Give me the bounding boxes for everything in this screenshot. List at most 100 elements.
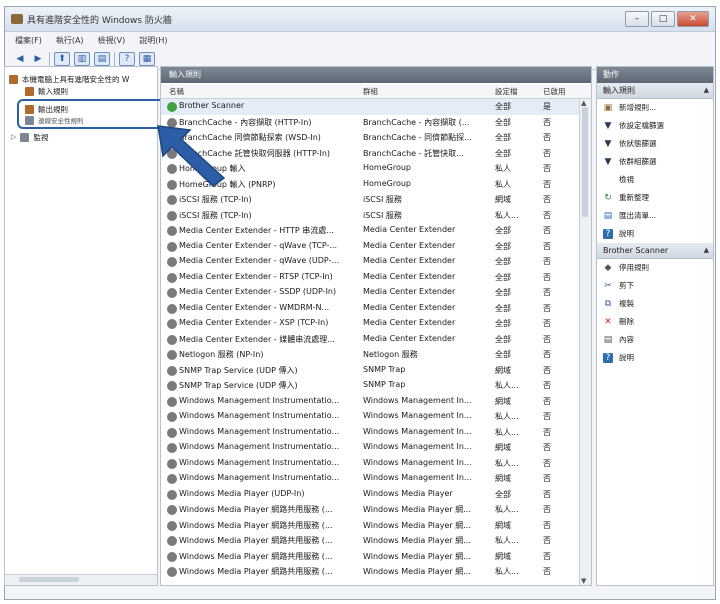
minimize-button[interactable]: – [625, 11, 649, 27]
action-item[interactable]: ? 說明 [597, 225, 713, 243]
show-hide-tree-icon[interactable]: ▥ [74, 52, 90, 66]
table-row[interactable]: Media Center Extender - qWave (UDP-... Me… [161, 254, 579, 270]
table-row[interactable]: Brother Scanner 全部 是 [161, 99, 579, 115]
table-row[interactable]: SNMP Trap Service (UDP 傳入) SNMP Trap 私人...… [161, 378, 579, 394]
table-row[interactable]: Media Center Extender - WMDRM-N... Media … [161, 301, 579, 317]
cell-name: SNMP Trap Service (UDP 傳入) [179, 365, 298, 375]
cell-name: Media Center Extender - XSP (TCP-In) [179, 318, 329, 327]
action-item[interactable]: ⧉ 複製 [597, 295, 713, 313]
table-row[interactable]: Windows Management Instrumentatio... Wind… [161, 456, 579, 472]
table-row[interactable]: Media Center Extender - XSP (TCP-In) Medi… [161, 316, 579, 332]
actions-group-inbound[interactable]: 輸入規則 ▲ [597, 83, 713, 99]
scrollbar-thumb[interactable] [19, 577, 79, 582]
close-button[interactable]: ✕ [677, 11, 709, 27]
maximize-button[interactable]: □ [651, 11, 675, 27]
cell-name: Media Center Extender - qWave (UDP-... [179, 256, 340, 265]
cell-profile: 私人... [495, 427, 519, 437]
table-row[interactable]: iSCSI 服務 (TCP-In) iSCSI 服務 私人... 否 [161, 208, 579, 224]
table-row[interactable]: Netlogon 服務 (NP-In) Netlogon 服務 全部 否 [161, 347, 579, 363]
cell-enabled: 否 [543, 520, 551, 530]
rules-panel: 輸入規則 名稱 群組 設定檔 已啟用 Brother Scanner 全部 是 Bra… [160, 66, 592, 586]
table-row[interactable]: BranchCache 同儕節點探索 (WSD-In) BranchCache -… [161, 130, 579, 146]
table-row[interactable]: Media Center Extender - 媒體串流處理... Media C… [161, 332, 579, 348]
table-row[interactable]: iSCSI 服務 (TCP-In) iSCSI 服務 網域 否 [161, 192, 579, 208]
rule-enabled-icon [167, 102, 177, 112]
table-row[interactable]: BranchCache - 內容擷取 (HTTP-In) BranchCache … [161, 115, 579, 131]
cell-group: Windows Media Player 網... [363, 567, 471, 576]
table-row[interactable]: Windows Management Instrumentatio... Wind… [161, 409, 579, 425]
scroll-down-icon[interactable]: ▼ [581, 577, 586, 585]
cell-name: Windows Management Instrumentatio... [179, 395, 340, 405]
back-arrow-icon[interactable]: ◀ [13, 53, 27, 65]
table-row[interactable]: Windows Management Instrumentatio... Wind… [161, 425, 579, 441]
table-row[interactable]: Windows Media Player 網路共用服務 (... Windows … [161, 502, 579, 518]
action-item[interactable]: 檢視 [597, 171, 713, 189]
table-row[interactable]: HomeGroup 輸入 HomeGroup 私人 否 [161, 161, 579, 177]
action-label: 刪除 [619, 317, 634, 326]
cell-enabled: 否 [543, 489, 551, 499]
action-item[interactable]: ▼ 依群組篩選 [597, 153, 713, 171]
export-list-icon[interactable]: ▤ [94, 52, 110, 66]
action-item[interactable]: ▤ 匯出清單... [597, 207, 713, 225]
rules-vertical-scrollbar[interactable]: ▲ ▼ [579, 99, 591, 585]
cell-profile: 全部 [495, 272, 511, 282]
column-profile[interactable]: 設定檔 [495, 86, 518, 97]
help-icon[interactable]: ? [119, 52, 135, 66]
table-row[interactable]: Windows Media Player 網路共用服務 (... Windows … [161, 518, 579, 534]
action-item[interactable]: ◆ 停用規則 [597, 259, 713, 277]
cell-name: iSCSI 服務 (TCP-In) [179, 210, 252, 220]
menu-action[interactable]: 執行(A) [56, 35, 84, 46]
table-row[interactable]: Media Center Extender - HTTP 串流處... Media… [161, 223, 579, 239]
filter-icon: ▼ [604, 139, 612, 149]
table-row[interactable]: Media Center Extender - RTSP (TCP-In) Med… [161, 270, 579, 286]
tree-item-label: 監視 [33, 132, 49, 142]
table-row[interactable]: Windows Management Instrumentatio... Wind… [161, 471, 579, 487]
action-item[interactable]: ▼ 依設定檔篩選 [597, 117, 713, 135]
actions-group-brother-scanner[interactable]: Brother Scanner ▲ [597, 243, 713, 259]
table-row[interactable]: Media Center Extender - qWave (TCP-... Me… [161, 239, 579, 255]
rules-panel-header: 輸入規則 [161, 67, 591, 83]
tree-item-monitoring[interactable]: ▷ 監視 [11, 131, 48, 143]
scroll-up-icon[interactable]: ▲ [581, 99, 586, 107]
table-row[interactable]: Windows Media Player 網路共用服務 (... Windows … [161, 564, 579, 580]
table-row[interactable]: Windows Management Instrumentatio... Wind… [161, 394, 579, 410]
action-item[interactable]: ✕ 刪除 [597, 313, 713, 331]
cell-enabled: 否 [543, 272, 551, 282]
cell-name: HomeGroup 輸入 [179, 164, 246, 173]
action-item[interactable]: ▣ 新增規則... [597, 99, 713, 117]
menu-file[interactable]: 檔案(F) [15, 35, 42, 46]
rule-disabled-icon [167, 334, 177, 345]
tree-item-inbound-rules[interactable]: 輸入規則 [25, 85, 68, 97]
scrollbar-thumb[interactable] [582, 107, 588, 217]
table-row[interactable]: Windows Management Instrumentatio... Wind… [161, 440, 579, 456]
column-enabled[interactable]: 已啟用 [543, 86, 566, 97]
up-folder-icon[interactable]: ⬆ [54, 52, 70, 66]
action-item[interactable]: ▼ 依狀態篩選 [597, 135, 713, 153]
collapse-icon[interactable]: ▲ [704, 83, 709, 98]
rule-disabled-icon [167, 551, 177, 562]
cell-enabled: 否 [543, 365, 551, 375]
action-item[interactable]: ✂ 剪下 [597, 277, 713, 295]
action-item[interactable]: ? 說明 [597, 349, 713, 367]
column-name[interactable]: 名稱 [169, 86, 184, 97]
column-group[interactable]: 群組 [363, 86, 378, 97]
table-row[interactable]: BranchCache 託管快取伺服器 (HTTP-In) BranchCache… [161, 146, 579, 162]
forward-arrow-icon[interactable]: ▶ [31, 53, 45, 65]
menu-help[interactable]: 說明(H) [139, 35, 167, 46]
table-row[interactable]: Windows Media Player 網路共用服務 (... Windows … [161, 549, 579, 565]
cell-profile: 全部 [495, 257, 511, 266]
action-item[interactable]: ↻ 重新整理 [597, 189, 713, 207]
tree-root[interactable]: 本機電腦上具有進階安全性的 W [9, 73, 129, 85]
table-row[interactable]: Windows Media Player 網路共用服務 (... Windows … [161, 533, 579, 549]
expand-icon[interactable]: ▷ [11, 133, 16, 141]
table-row[interactable]: SNMP Trap Service (UDP 傳入) SNMP Trap 網域 否 [161, 363, 579, 379]
action-item[interactable]: ▤ 內容 [597, 331, 713, 349]
menu-view[interactable]: 檢視(V) [98, 35, 126, 46]
rule-disabled-icon [167, 288, 177, 298]
table-row[interactable]: Media Center Extender - SSDP (UDP-In) Med… [161, 285, 579, 301]
table-row[interactable]: HomeGroup 輸入 (PNRP) HomeGroup 私人 否 [161, 177, 579, 193]
tree-horizontal-scrollbar[interactable] [5, 574, 157, 585]
table-row[interactable]: Windows Media Player (UDP-In) Windows Med… [161, 487, 579, 503]
action-pane-icon[interactable]: ▦ [139, 52, 155, 66]
collapse-icon[interactable]: ▲ [704, 243, 709, 258]
